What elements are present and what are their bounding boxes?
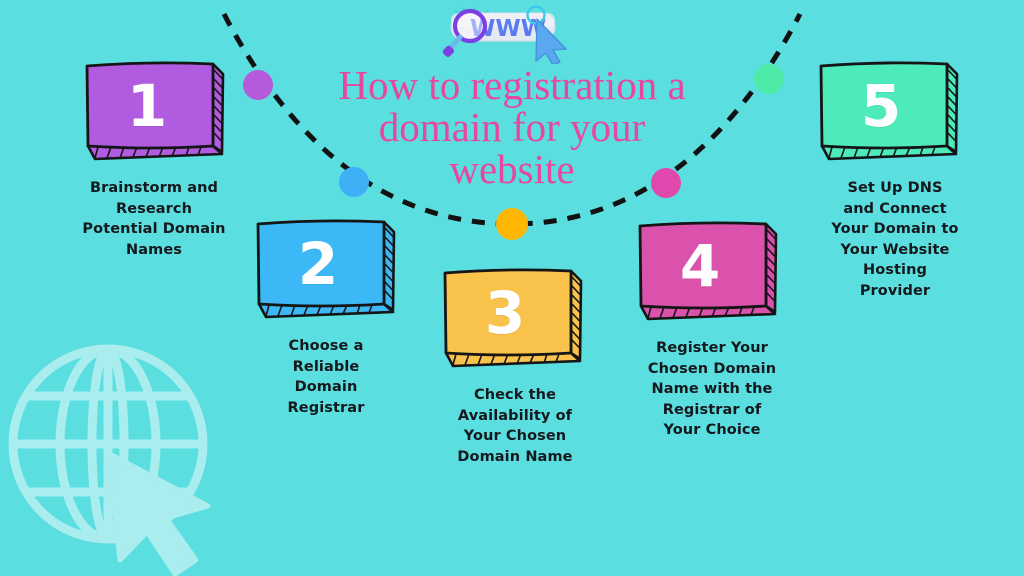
step-3-caption: Check the Availability of Your Chosen Do…	[457, 387, 573, 465]
step-3-box[interactable]: 3	[438, 265, 586, 375]
step-card-2[interactable]: 2 Choose a Reliable Domain Registrar	[245, 216, 405, 418]
title-line-3: website	[449, 146, 575, 192]
step-2-caption: Choose a Reliable Domain Registrar	[287, 338, 365, 416]
www-search-bar-icon: WWW	[442, 5, 567, 64]
globe-cursor-watermark-icon	[8, 344, 211, 576]
step-2-box[interactable]: 2	[251, 216, 399, 326]
step-5-box[interactable]: 5	[814, 58, 962, 168]
title-line-1: How to registration a	[338, 62, 686, 108]
step-card-4[interactable]: 4 Register Your Chosen Domain Name with …	[627, 218, 787, 441]
step-card-3[interactable]: 3 Check the Availability of Your Chosen …	[432, 265, 592, 467]
step-1-box[interactable]: 1	[80, 58, 228, 168]
page-title: How to registration a domain for your we…	[262, 64, 762, 190]
step-4-box[interactable]: 4	[633, 218, 781, 328]
title-line-2: domain for your	[378, 104, 646, 150]
step-card-1[interactable]: 1 Brainstorm and Research Potential Doma…	[74, 58, 234, 260]
infographic-canvas: WWW How to registration a domain for you…	[0, 0, 1024, 576]
step-card-5[interactable]: 5 Set Up DNS and Connect Your Domain to …	[808, 58, 968, 301]
step-4-caption: Register Your Chosen Domain Name with th…	[647, 340, 777, 438]
step-5-caption: Set Up DNS and Connect Your Domain to Yo…	[831, 180, 959, 299]
arc-dot-3	[496, 208, 528, 240]
step-1-caption: Brainstorm and Research Potential Domain…	[82, 180, 226, 258]
